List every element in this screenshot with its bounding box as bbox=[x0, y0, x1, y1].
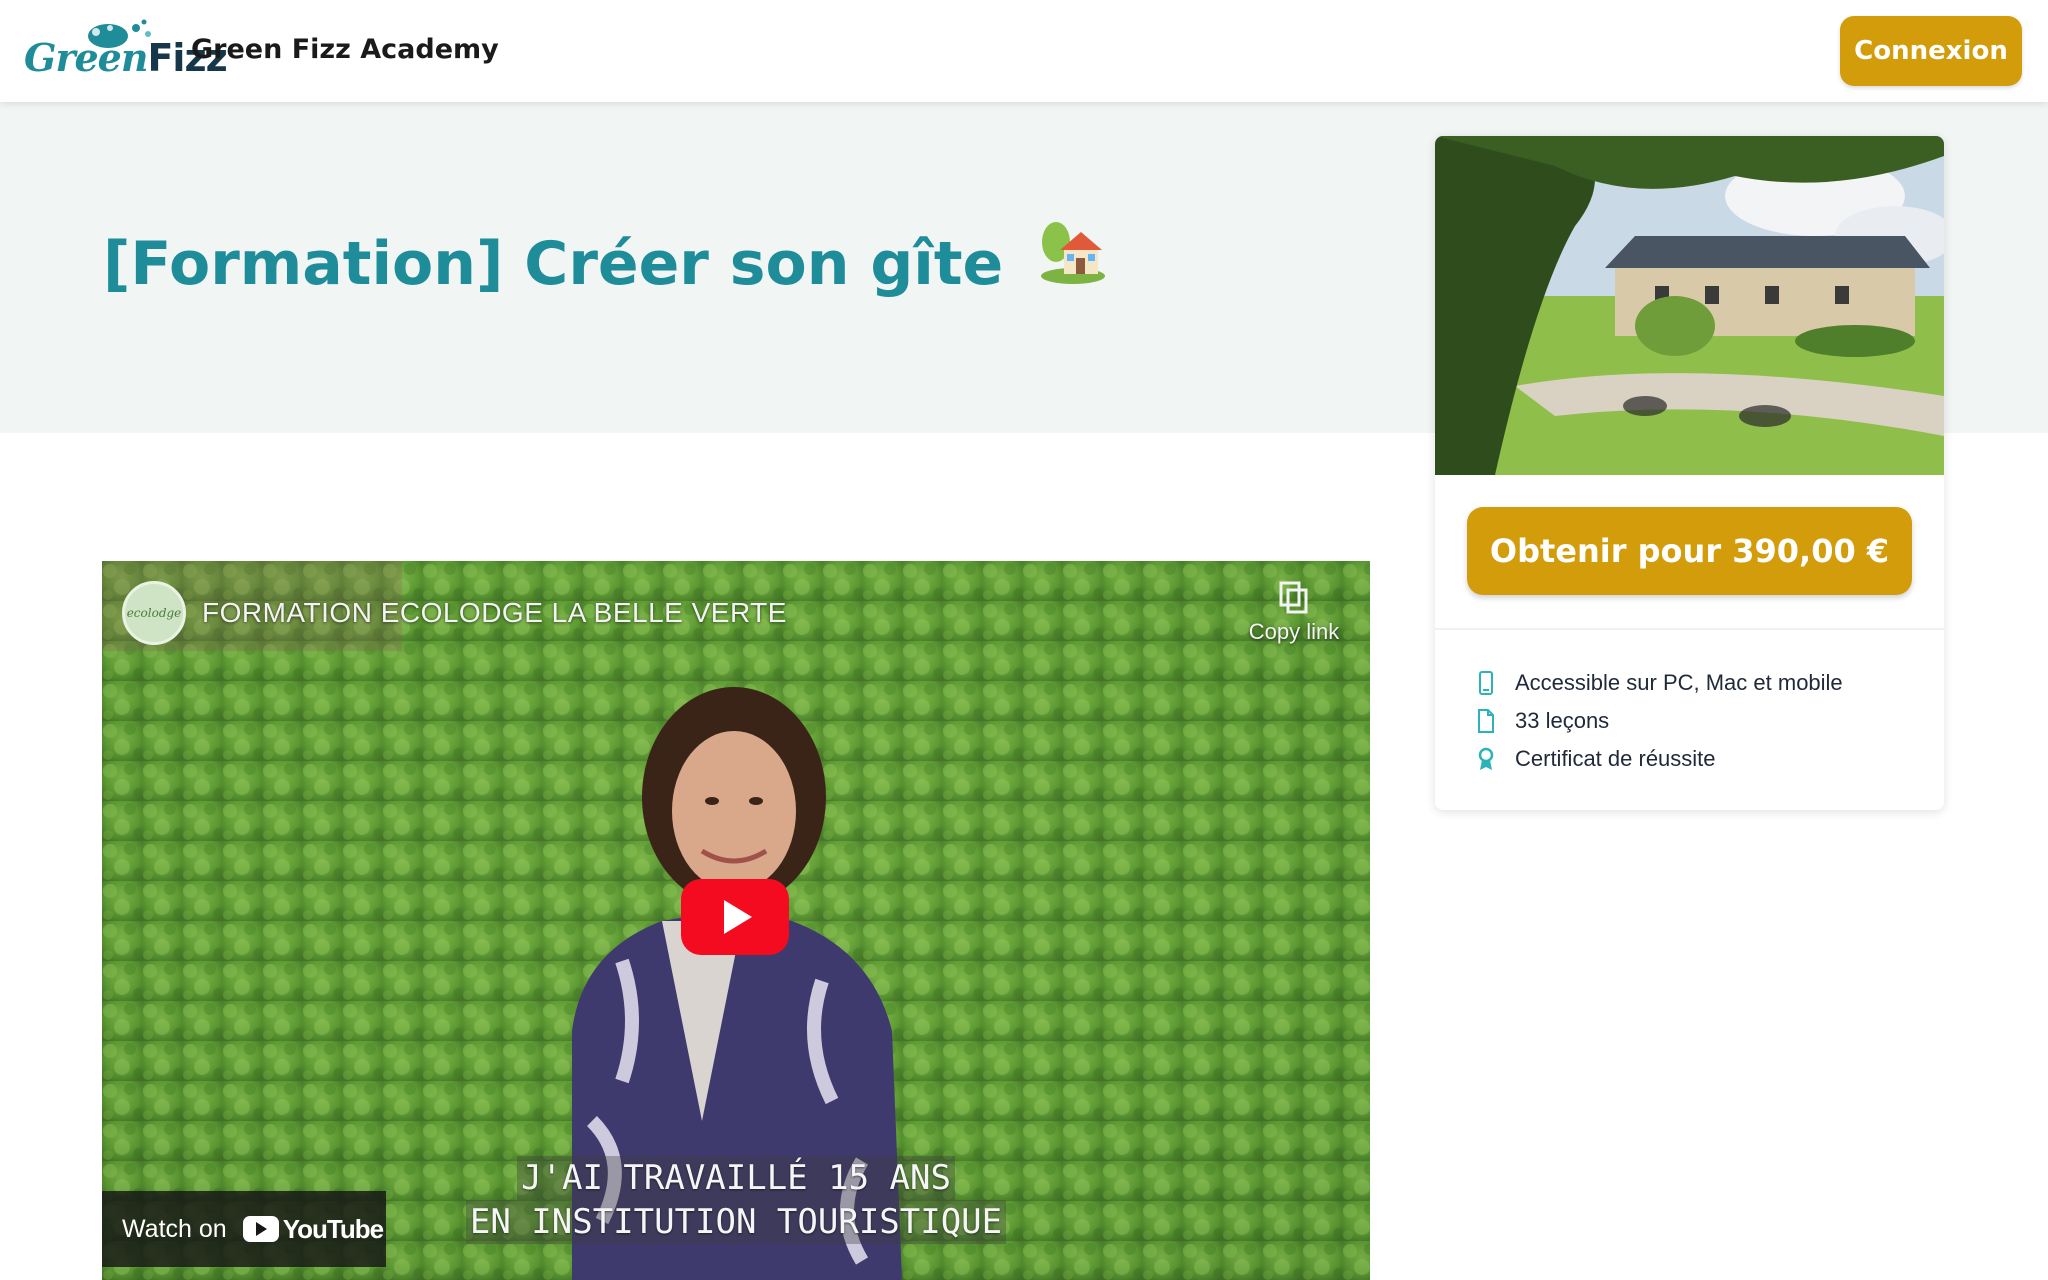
watch-on-label: Watch on bbox=[122, 1214, 227, 1243]
mobile-icon bbox=[1475, 670, 1497, 696]
document-icon bbox=[1475, 708, 1497, 734]
purchase-card: Obtenir pour 390,00 € Accessible sur PC,… bbox=[1435, 136, 1944, 810]
award-icon bbox=[1475, 746, 1497, 772]
house-with-garden-icon bbox=[1040, 218, 1106, 304]
copy-icon bbox=[1279, 581, 1308, 614]
subtitle-line-1: J'AI TRAVAILLÉ 15 ANS bbox=[517, 1156, 955, 1200]
course-title-text: [Formation] Créer son gîte bbox=[103, 229, 1004, 299]
course-title: [Formation] Créer son gîte bbox=[103, 222, 1106, 310]
brand-name[interactable]: Green Fizz Academy bbox=[191, 30, 499, 70]
watch-on-youtube-button[interactable]: Watch on YouTube bbox=[102, 1191, 386, 1267]
feature-label: Certificat de réussite bbox=[1515, 746, 1716, 771]
feature-label: 33 leçons bbox=[1515, 708, 1610, 733]
gite-photo bbox=[1435, 136, 1944, 475]
channel-avatar[interactable]: ecolodge bbox=[122, 581, 186, 645]
play-icon bbox=[724, 900, 752, 934]
video-channel-header[interactable]: ecolodge FORMATION ECOLODGE LA BELLE VER… bbox=[122, 581, 787, 645]
list-item: 33 leçons bbox=[1475, 702, 1843, 740]
copy-link-label: Copy link bbox=[1248, 619, 1340, 644]
play-button[interactable] bbox=[681, 879, 789, 955]
logo-green-text: Green bbox=[24, 35, 148, 80]
list-item: Certificat de réussite bbox=[1475, 740, 1843, 778]
youtube-play-icon bbox=[242, 1216, 279, 1242]
list-item: Accessible sur PC, Mac et mobile bbox=[1475, 664, 1843, 702]
youtube-logo: YouTube bbox=[242, 1213, 384, 1245]
green-fizz-logo[interactable]: GreenFizz bbox=[24, 18, 228, 84]
card-divider bbox=[1435, 628, 1944, 630]
buy-course-button[interactable]: Obtenir pour 390,00 € bbox=[1467, 507, 1912, 595]
feature-label: Accessible sur PC, Mac et mobile bbox=[1515, 670, 1843, 695]
copy-link-button[interactable]: Copy link bbox=[1234, 581, 1354, 645]
top-nav: GreenFizz Green Fizz Academy Connexion bbox=[0, 0, 2048, 102]
video-player[interactable]: ecolodge FORMATION ECOLODGE LA BELLE VER… bbox=[102, 561, 1370, 1280]
login-button[interactable]: Connexion bbox=[1840, 16, 2022, 86]
youtube-wordmark: YouTube bbox=[282, 1213, 384, 1244]
subtitle-line-2: EN INSTITUTION TOURISTIQUE bbox=[465, 1200, 1007, 1244]
video-title[interactable]: FORMATION ECOLODGE LA BELLE VERTE bbox=[202, 597, 787, 629]
course-features-list: Accessible sur PC, Mac et mobile 33 leço… bbox=[1475, 664, 1843, 778]
